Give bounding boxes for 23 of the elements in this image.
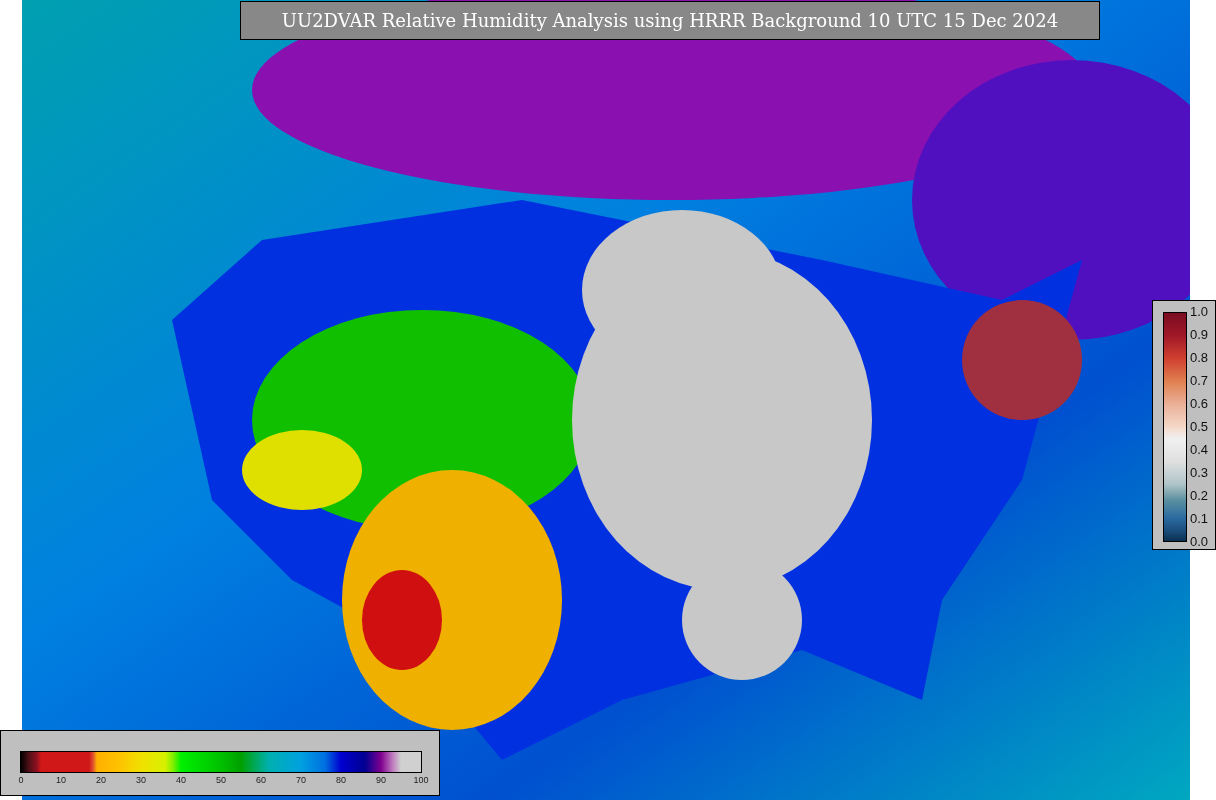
colorbar-tick-label: 0.9	[1190, 328, 1209, 342]
colorbar-tick-label: 70	[296, 775, 306, 785]
colorbar-tick-label: 50	[216, 775, 226, 785]
colorbar-tick-label: 0.1	[1190, 512, 1209, 526]
colorbar-tick-label: 80	[336, 775, 346, 785]
colorbar-tick-label: 0.2	[1190, 489, 1209, 503]
colorbar-tick-label: 0.7	[1190, 374, 1209, 388]
colorbar-tick-label: 40	[176, 775, 186, 785]
colorbar-tick-label: 30	[136, 775, 146, 785]
colorbar-tick-label: 0.6	[1190, 397, 1209, 411]
colorbar-tick-label: 90	[376, 775, 386, 785]
colorbar-tick-label: 20	[96, 775, 106, 785]
colorbar-tick-label: 0	[18, 775, 24, 785]
colorbar-tick-label: 0.3	[1190, 466, 1209, 480]
colorbar-tick-label: 60	[256, 775, 266, 785]
colorbar-tick-label: 0.0	[1190, 535, 1209, 549]
colorbar-tick-label: 0.8	[1190, 351, 1209, 365]
colorbar-tick-label: 10	[56, 775, 66, 785]
colorbar-tick-label: 0.4	[1190, 443, 1209, 457]
colorbar-tick-label: 1.0	[1190, 305, 1209, 319]
colorbar-tick-label: 0.5	[1190, 420, 1209, 434]
colorbar-tick-label: 100	[413, 775, 429, 785]
map-title: UU2DVAR Relative Humidity Analysis using HRRR Background 10 UTC 15 Dec 2024	[240, 1, 1100, 40]
